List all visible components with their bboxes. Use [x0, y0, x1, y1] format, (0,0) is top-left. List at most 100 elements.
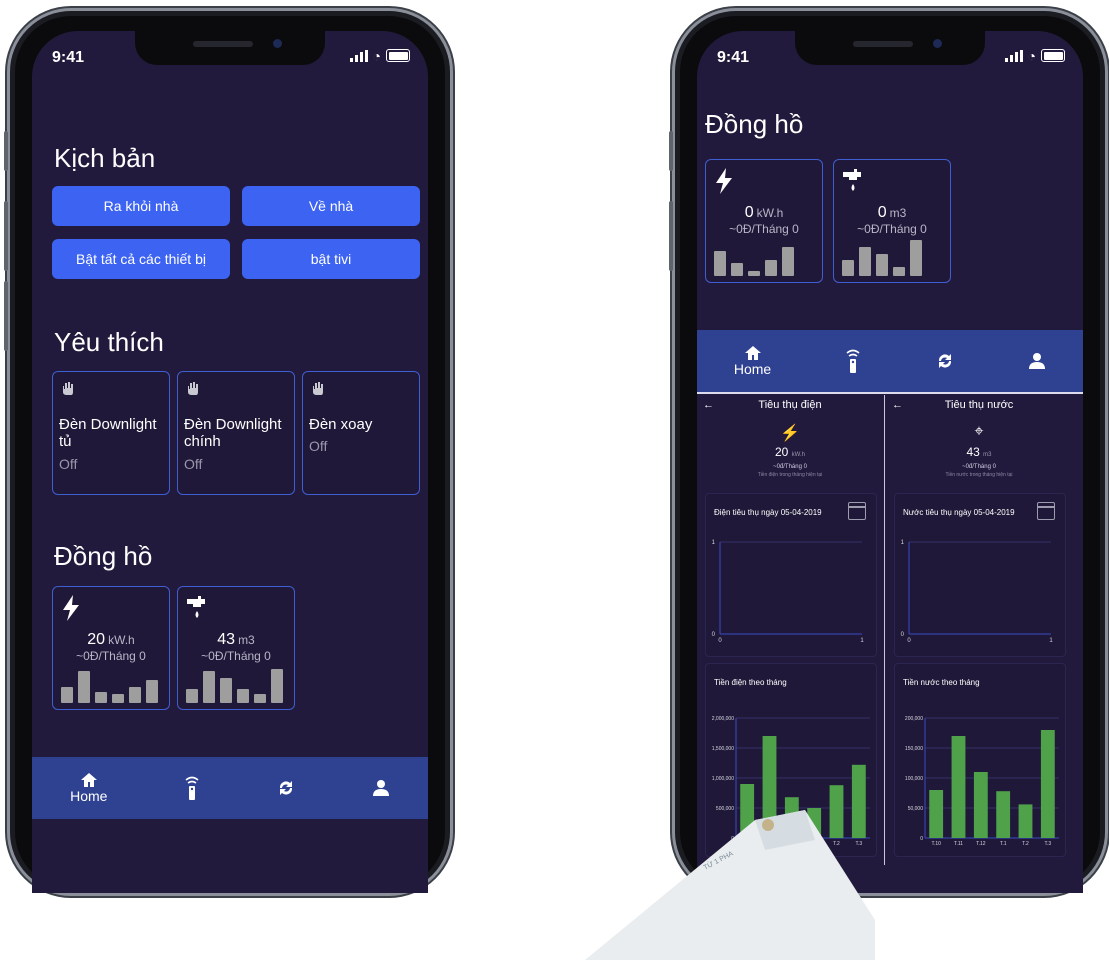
month-cost: ~0đ/Tháng 0	[773, 464, 807, 470]
notch	[795, 31, 985, 65]
favorite-card[interactable]: Đèn Downlight tủ Off	[52, 371, 170, 495]
favorite-card[interactable]: Đèn xoay Off	[302, 371, 420, 495]
remote-icon	[185, 776, 199, 800]
notch	[135, 31, 325, 65]
mini-bar	[220, 678, 232, 703]
hand-icon	[188, 382, 198, 395]
meters-title: Đồng hồ	[54, 541, 153, 571]
y-tick-label: 2,000,000	[712, 716, 734, 722]
scene-button-all-devices-on[interactable]: Bật tất cả các thiết bị	[52, 239, 230, 279]
favorite-name: Đèn Downlight tủ	[59, 416, 157, 450]
calendar-icon[interactable]	[1037, 502, 1055, 520]
water-meter-card[interactable]: 43 m3 ~0Đ/Tháng 0	[177, 586, 295, 710]
phone-side-button	[669, 131, 673, 171]
daily-chart-box: Điện tiêu thụ ngày 05-04-2019 0 1 0 1	[705, 493, 877, 657]
status-icons: ◔	[349, 49, 410, 63]
tab-account[interactable]	[1028, 352, 1046, 370]
monthly-chart-box: Tiền nước theo tháng 0 50,000 100,000 150,0…	[894, 663, 1066, 857]
status-icons: ◔	[1004, 47, 1065, 64]
x-tick-label: T.3	[1044, 841, 1051, 847]
tab-home[interactable]: Home	[734, 345, 771, 377]
y-tick-label: 200,000	[905, 716, 923, 722]
bar	[951, 736, 966, 838]
tab-remote[interactable]	[184, 775, 200, 801]
mini-bar	[271, 669, 283, 703]
daily-chart-box: Nước tiêu thụ ngày 05-04-2019 0 1 0 1	[894, 493, 1066, 657]
consumption-value: 20 kW.h	[774, 445, 806, 459]
y-tick-label: 0	[712, 632, 716, 638]
x-tick-label: T.11	[954, 841, 963, 847]
meter-value: 0 m3	[877, 204, 907, 221]
monthly-chart: 0 50,000 100,000 150,000 200,000 T.10 T.11 T.12…	[905, 716, 1059, 847]
y-tick-label: 0	[920, 836, 923, 842]
lightning-icon	[63, 595, 79, 621]
sync-icon	[938, 354, 951, 368]
mini-bar	[95, 692, 107, 703]
mini-bar	[146, 680, 158, 703]
hand-icon	[313, 382, 323, 395]
meter-value: 20 kW.h	[87, 631, 135, 648]
y-tick-label: 1,000,000	[712, 776, 734, 782]
scenes-title: Kịch bản	[54, 143, 156, 173]
tab-remote[interactable]	[845, 348, 861, 374]
x-tick-label: 0	[718, 638, 722, 644]
water-tap-icon	[187, 596, 205, 618]
meter-device-image: TỪ 1 PHA	[585, 810, 875, 960]
favorites-title: Yêu thích	[54, 327, 164, 357]
meter-cost: ~0Đ/Tháng 0	[857, 222, 927, 236]
y-tick-label: 50,000	[908, 806, 924, 812]
consumption-value: 43 m3	[966, 445, 992, 459]
x-tick-label: 1	[1049, 638, 1053, 644]
lightning-icon: ⚡	[780, 425, 800, 442]
water-tap-icon: ⌖	[974, 423, 984, 440]
home-icon	[744, 346, 761, 360]
bar	[973, 772, 988, 838]
meter-mini-bars	[714, 240, 814, 276]
tab-bar: Home	[32, 757, 428, 819]
y-tick-label: 1	[901, 540, 905, 546]
scene-button-tv-on[interactable]: bật tivi	[242, 239, 420, 279]
mini-bar	[731, 263, 743, 276]
meter-value: 0 kW.h	[744, 204, 784, 221]
mini-bar	[782, 247, 794, 276]
meters-title: Đồng hồ	[705, 109, 804, 139]
y-tick-label: 0	[901, 632, 905, 638]
favorite-card[interactable]: Đèn Downlight chính Off	[177, 371, 295, 495]
scene-button-come-home[interactable]: Về nhà	[242, 186, 420, 226]
tab-sync[interactable]	[935, 351, 955, 371]
wifi-icon: ◔	[1027, 47, 1036, 64]
mini-bar	[910, 240, 922, 276]
tab-home-label: Home	[733, 361, 772, 377]
mini-bar	[203, 671, 215, 703]
lightning-icon	[716, 168, 732, 194]
electric-meter-card[interactable]: 20 kW.h ~0Đ/Tháng 0	[52, 586, 170, 710]
calendar-icon[interactable]	[848, 502, 866, 520]
tab-sync[interactable]	[276, 778, 296, 798]
mini-bar	[859, 247, 871, 276]
x-tick-label: T.1	[1000, 841, 1007, 847]
x-tick-label: T.10	[931, 841, 941, 847]
tab-home[interactable]: Home	[70, 772, 107, 804]
daily-chart-title: Nước tiêu thụ ngày 05-04-2019	[903, 508, 1015, 517]
scene-button-leave-home[interactable]: Ra khỏi nhà	[52, 186, 230, 226]
tab-account[interactable]	[372, 779, 390, 797]
water-meter-card[interactable]: 0 m3 ~0Đ/Tháng 0	[833, 159, 951, 283]
daily-chart: 0 1 0 1	[712, 540, 865, 644]
remote-icon	[846, 349, 860, 373]
month-note: Tiền nước trong tháng hiện tại	[945, 472, 1013, 478]
meter-mini-bars	[186, 667, 286, 703]
right-phone: 9:41 ◔ Đồng hồ 0 kW.h ~0Đ/Tháng 0 0 m3 ~0Đ…	[669, 8, 1108, 896]
status-time: 9:41	[52, 49, 85, 66]
pane-title: Tiêu thụ nước	[944, 399, 1014, 411]
sync-icon	[279, 781, 292, 795]
mini-bar	[186, 689, 198, 703]
mini-bar	[112, 694, 124, 703]
phone-side-button	[4, 131, 8, 171]
meter-cost: ~0Đ/Tháng 0	[201, 649, 271, 663]
right-screen: 9:41 ◔ Đồng hồ 0 kW.h ~0Đ/Tháng 0 0 m3 ~0Đ…	[697, 31, 1083, 893]
daily-chart-title: Điện tiêu thụ ngày 05-04-2019	[714, 508, 822, 517]
daily-chart: 0 1 0 1	[901, 540, 1054, 644]
electric-meter-card[interactable]: 0 kW.h ~0Đ/Tháng 0	[705, 159, 823, 283]
meter-mini-bars	[61, 667, 161, 703]
bar	[1040, 730, 1055, 838]
